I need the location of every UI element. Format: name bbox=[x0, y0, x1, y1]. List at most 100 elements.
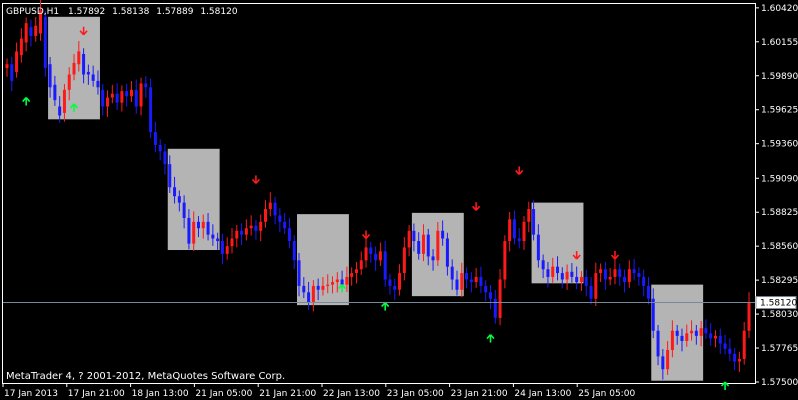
candle-body bbox=[77, 51, 81, 65]
price-tick-label: 1.59360 bbox=[761, 140, 798, 150]
candle-body bbox=[24, 23, 28, 43]
candle-body bbox=[484, 285, 488, 293]
price-tick-label: 1.59625 bbox=[761, 106, 798, 116]
candle-body bbox=[307, 292, 311, 303]
candle-body bbox=[278, 215, 282, 222]
candle-body bbox=[503, 241, 507, 280]
candle-body bbox=[110, 93, 114, 98]
candle-body bbox=[134, 89, 138, 107]
candle-body bbox=[685, 333, 689, 341]
candle-body bbox=[220, 241, 224, 254]
candle-body bbox=[19, 38, 23, 56]
ohlc-low: 1.57889 bbox=[156, 7, 193, 17]
down-arrow-icon bbox=[251, 175, 261, 184]
candle-body bbox=[421, 234, 425, 254]
candle-body bbox=[661, 356, 665, 370]
candle-body bbox=[589, 285, 593, 299]
candle-body bbox=[680, 335, 684, 341]
time-tick: 21 Jan 05:00 bbox=[193, 383, 253, 399]
candle-body bbox=[474, 276, 478, 283]
candle-body bbox=[173, 187, 177, 197]
price-tick: 1.58825 bbox=[755, 208, 798, 218]
ohlc-open: 1.57892 bbox=[68, 7, 105, 17]
candle-body bbox=[512, 219, 516, 239]
up-arrow-icon bbox=[381, 302, 390, 311]
candle-body bbox=[388, 279, 392, 286]
time-tick-label: 18 Jan 13:00 bbox=[132, 389, 189, 399]
time-tick-label: 21 Jan 05:00 bbox=[195, 389, 252, 399]
price-tick: 1.60420 bbox=[755, 4, 798, 14]
candle-body bbox=[58, 106, 62, 116]
down-arrow-icon bbox=[515, 166, 524, 175]
candle-body bbox=[642, 276, 646, 286]
candle-body bbox=[603, 269, 607, 280]
candle-body bbox=[259, 221, 263, 231]
time-tick-label: 23 Jan 05:00 bbox=[387, 389, 444, 399]
candle-body bbox=[747, 302, 751, 331]
candle-body bbox=[67, 74, 71, 90]
candle-body bbox=[536, 234, 540, 261]
candle-body bbox=[168, 164, 172, 188]
candle-body bbox=[354, 269, 358, 274]
candle-body bbox=[541, 260, 545, 270]
time-tick-label: 21 Jan 21:00 bbox=[259, 389, 316, 399]
candle-body bbox=[10, 64, 14, 81]
time-tick: 17 Jan 21:00 bbox=[66, 383, 125, 399]
candle-body bbox=[709, 333, 713, 339]
candle-body bbox=[508, 219, 512, 242]
candle-body bbox=[450, 266, 454, 280]
candle-body bbox=[364, 247, 368, 261]
symbol-timeframe: GBPUSD,H1 bbox=[6, 7, 59, 17]
candle-body bbox=[575, 276, 579, 283]
candle-body bbox=[713, 335, 717, 339]
candle-body bbox=[670, 330, 674, 350]
candle-body bbox=[153, 132, 157, 145]
price-tick-label: 1.57765 bbox=[761, 344, 798, 354]
candle-body bbox=[426, 234, 430, 257]
candle-body bbox=[599, 269, 603, 274]
chart-header: GBPUSD,H1 1.57892 1.58138 1.57889 1.5812… bbox=[6, 7, 238, 17]
candle-body bbox=[493, 298, 497, 318]
chart-window[interactable]: 1.60420 1.60155 1.59890 1.59625 1.59360 1.590… bbox=[0, 0, 798, 400]
price-tick-label: 1.58295 bbox=[761, 276, 798, 286]
candle-body bbox=[292, 241, 296, 261]
candle-body bbox=[532, 209, 536, 235]
time-tick-label: 17 Jan 21:00 bbox=[68, 389, 125, 399]
candle-body bbox=[196, 221, 200, 229]
candle-body bbox=[560, 273, 564, 280]
candle-body bbox=[465, 273, 469, 280]
candle-body bbox=[96, 80, 100, 88]
candle-body bbox=[637, 273, 641, 277]
candle-body bbox=[331, 282, 335, 285]
candle-body bbox=[690, 330, 694, 334]
candle-body bbox=[177, 196, 181, 203]
candle-body bbox=[579, 276, 583, 283]
candle-body bbox=[613, 269, 617, 277]
time-tick-label: 24 Jan 13:00 bbox=[514, 389, 571, 399]
price-tick-label: 1.57500 bbox=[761, 378, 798, 388]
time-tick: 17 Jan 2013 bbox=[2, 383, 58, 399]
candle-body bbox=[29, 27, 33, 37]
candle-body bbox=[149, 87, 153, 133]
candle-body bbox=[72, 62, 76, 75]
candle-body bbox=[742, 330, 746, 359]
candle-body bbox=[570, 271, 574, 277]
chart-svg[interactable]: 1.60420 1.60155 1.59890 1.59625 1.59360 1.590… bbox=[0, 0, 798, 400]
candle-body bbox=[120, 91, 124, 103]
candle-body bbox=[321, 285, 325, 290]
candle-body bbox=[350, 273, 354, 277]
candle-body bbox=[144, 83, 148, 88]
candle-body bbox=[718, 335, 722, 344]
up-arrow-icon bbox=[486, 334, 495, 343]
candle-body bbox=[584, 276, 588, 286]
candle-body bbox=[479, 276, 483, 286]
candle-body bbox=[417, 241, 421, 254]
time-tick: 25 Jan 05:00 bbox=[576, 383, 635, 399]
candle-body bbox=[287, 228, 291, 242]
candle-body bbox=[402, 247, 406, 274]
candle-body bbox=[187, 217, 191, 244]
candle-body bbox=[460, 273, 464, 290]
candle-body bbox=[82, 53, 86, 75]
price-tick: 1.57765 bbox=[755, 344, 798, 354]
candle-body bbox=[546, 269, 550, 277]
